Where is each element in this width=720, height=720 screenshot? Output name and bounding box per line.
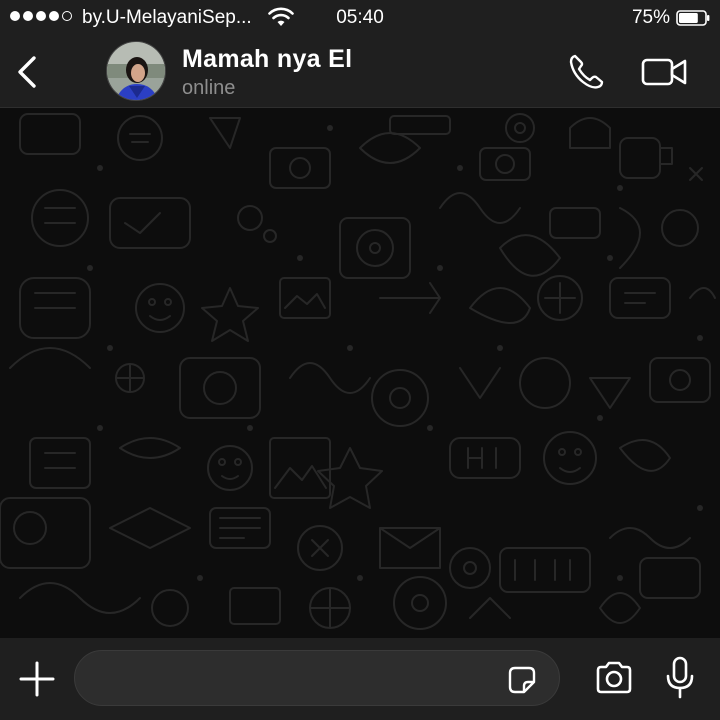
camera-icon[interactable] (594, 660, 634, 696)
contact-name[interactable]: Mamah nya El (182, 45, 352, 74)
sticker-icon[interactable] (507, 665, 537, 695)
status-bar: by.U-MelayaniSep... 05:40 75% (0, 0, 720, 36)
back-chevron-icon[interactable] (12, 54, 42, 90)
message-input[interactable] (93, 651, 497, 707)
message-input-container[interactable] (74, 650, 560, 707)
microphone-icon[interactable] (664, 656, 696, 700)
chat-messages-area[interactable] (0, 108, 720, 638)
video-camera-icon[interactable] (640, 54, 688, 90)
chat-header: Mamah nya El online (0, 36, 720, 108)
clock: 05:40 (336, 7, 384, 28)
contact-status: online (182, 77, 236, 99)
doodle-wallpaper (0, 113, 716, 630)
plus-icon[interactable] (18, 660, 56, 698)
message-composer (0, 638, 720, 720)
phone-icon[interactable] (566, 52, 606, 92)
contact-avatar[interactable] (106, 41, 166, 101)
battery-percentage: 75% (631, 7, 670, 28)
battery-icon (676, 10, 710, 26)
